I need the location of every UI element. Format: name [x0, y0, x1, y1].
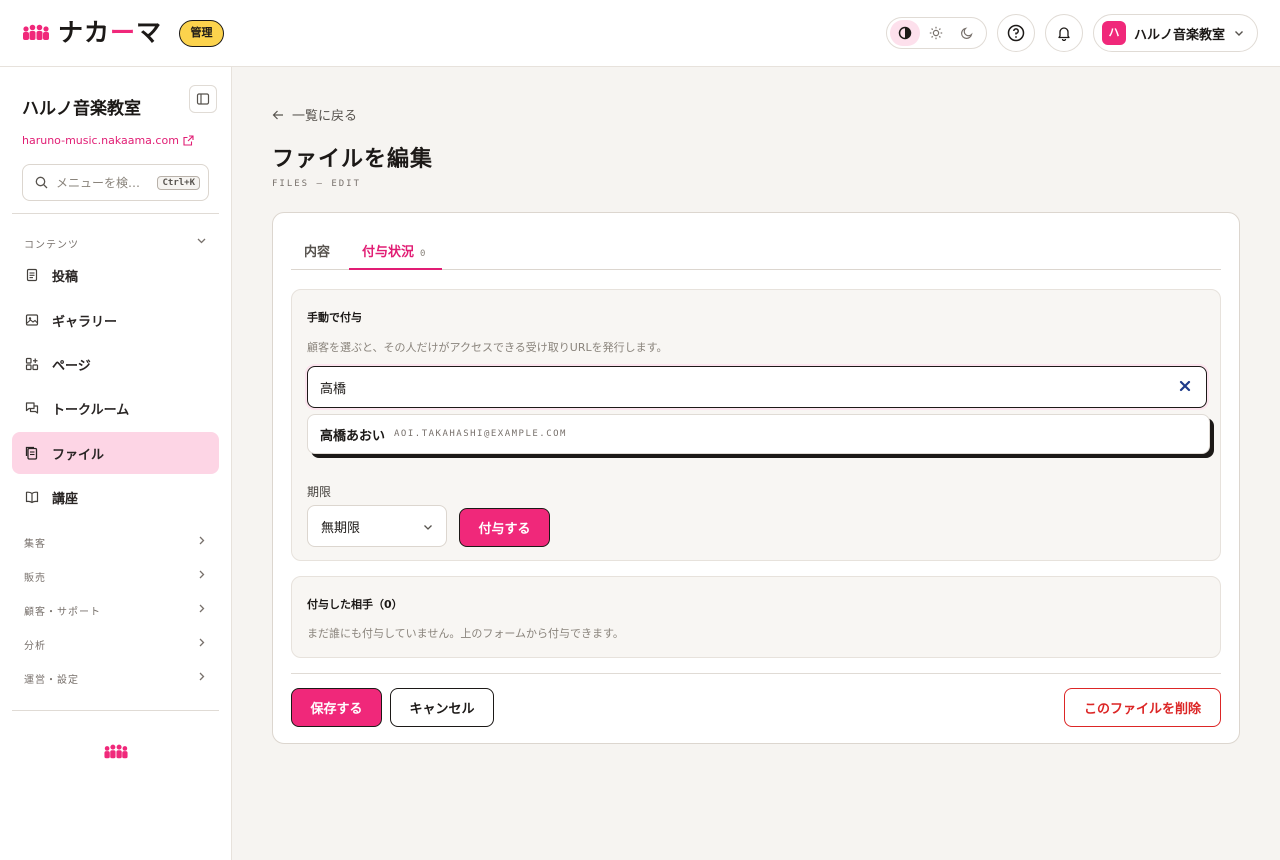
- page-subtitle: FILES — EDIT: [272, 179, 362, 189]
- sidebar-title: ハルノ音楽教室: [22, 99, 141, 119]
- sidebar-item-talkroom[interactable]: トークルーム: [12, 387, 219, 429]
- sidebar-divider: [12, 213, 219, 214]
- top-bar: ナカーマ 管理 ハ ハルノ音楽教室: [0, 0, 1280, 67]
- image-icon: [25, 314, 39, 326]
- moon-icon: [961, 27, 973, 39]
- chevron-down-icon: [1235, 31, 1243, 36]
- sidebar-item-label: トークルーム: [52, 402, 130, 418]
- logo-text: ナカーマ: [58, 18, 163, 47]
- theme-toggle: [886, 17, 987, 49]
- chevron-right-icon[interactable]: [196, 535, 207, 546]
- manual-grant-title: 手動で付与: [307, 311, 362, 324]
- chat-icon: [25, 402, 39, 414]
- sidebar-item-pages[interactable]: ページ: [12, 343, 219, 385]
- group-label-contents[interactable]: コンテンツ: [24, 236, 79, 251]
- granted-title: 付与した相手（0）: [307, 598, 403, 611]
- group-label-analytics[interactable]: 分析: [24, 637, 46, 652]
- search-icon: [35, 176, 48, 189]
- cancel-button[interactable]: キャンセル: [390, 688, 494, 727]
- arrow-left-icon: [272, 110, 283, 119]
- site-url-link[interactable]: haruno-music.nakaama.com: [22, 134, 194, 147]
- contrast-icon: [898, 26, 912, 40]
- help-button[interactable]: [997, 14, 1035, 52]
- group-label-customers[interactable]: 顧客・サポート: [24, 603, 101, 618]
- edit-card: 内容 付与状況 0 手動で付与 顧客を選ぶと、その人だけがアクセスできる受け取りU…: [272, 212, 1240, 744]
- external-link-icon: [183, 135, 194, 146]
- group-label-marketing[interactable]: 集客: [24, 535, 46, 550]
- save-button[interactable]: 保存する: [291, 688, 382, 727]
- sidebar-item-courses[interactable]: 講座: [12, 476, 219, 518]
- sidebar-item-label: ファイル: [52, 447, 105, 463]
- sun-icon: [929, 26, 943, 40]
- chevron-right-icon[interactable]: [196, 671, 207, 682]
- customer-search-input[interactable]: 高橋: [307, 366, 1207, 408]
- tab-bar: 内容 付与状況 0: [291, 232, 1221, 270]
- sidebar-toggle-icon: [196, 93, 210, 105]
- document-icon: [26, 268, 38, 282]
- grant-button[interactable]: 付与する: [459, 508, 550, 547]
- bell-icon: [1058, 27, 1070, 41]
- chevron-right-icon[interactable]: [196, 603, 207, 614]
- account-menu[interactable]: ハ ハルノ音楽教室: [1093, 14, 1258, 52]
- chevron-right-icon[interactable]: [196, 569, 207, 580]
- manual-grant-panel: 手動で付与 顧客を選ぶと、その人だけがアクセスできる受け取りURLを発行します。…: [291, 289, 1221, 561]
- sidebar-item-label: ページ: [52, 358, 91, 374]
- people-logo-icon: [104, 744, 128, 759]
- chevron-right-icon[interactable]: [196, 637, 207, 648]
- menu-search-input[interactable]: メニューを検… Ctrl+K: [22, 164, 209, 201]
- expiry-select-value: 無期限: [321, 520, 361, 536]
- sidebar-item-label: 投稿: [52, 269, 79, 285]
- back-link-label: 一覧に戻る: [292, 109, 358, 124]
- customer-suggestion[interactable]: 高橋あおい AOI.TAKAHASHI@EXAMPLE.COM: [307, 414, 1210, 454]
- suggestion-name: 高橋あおい: [320, 428, 386, 444]
- theme-light-button[interactable]: [921, 20, 951, 46]
- group-label-settings[interactable]: 運営・設定: [24, 671, 79, 686]
- people-logo-icon: [23, 24, 49, 40]
- delete-file-button[interactable]: このファイルを削除: [1064, 688, 1221, 727]
- file-icon: [25, 446, 38, 460]
- account-avatar: ハ: [1102, 21, 1126, 45]
- customer-search-value: 高橋: [320, 381, 347, 397]
- help-icon: [1007, 24, 1025, 42]
- theme-dark-button[interactable]: [952, 20, 982, 46]
- sidebar-item-files[interactable]: ファイル: [12, 432, 219, 474]
- sidebar-item-label: 講座: [52, 491, 79, 507]
- theme-system-button[interactable]: [890, 20, 920, 46]
- group-label-sales[interactable]: 販売: [24, 569, 46, 584]
- manual-grant-description: 顧客を選ぶと、その人だけがアクセスできる受け取りURLを発行します。: [307, 341, 668, 354]
- app-logo[interactable]: ナカーマ: [22, 19, 162, 47]
- tab-content[interactable]: 内容: [304, 232, 348, 270]
- chevron-down-icon: [424, 525, 432, 530]
- site-url-text: haruno-music.nakaama.com: [22, 134, 179, 147]
- chevron-down-icon[interactable]: [196, 235, 207, 246]
- collapse-sidebar-button[interactable]: [189, 85, 217, 113]
- notifications-button[interactable]: [1045, 14, 1083, 52]
- sidebar: ハルノ音楽教室 haruno-music.nakaama.com メニューを検……: [0, 67, 232, 860]
- card-divider: [291, 673, 1221, 674]
- tab-count-badge: 0: [420, 249, 426, 259]
- page-title: ファイルを編集: [272, 147, 434, 172]
- sidebar-divider: [12, 710, 219, 711]
- sidebar-item-gallery[interactable]: ギャラリー: [12, 299, 219, 341]
- shortcut-badge: Ctrl+K: [157, 175, 200, 190]
- granted-empty-text: まだ誰にも付与していません。上のフォームから付与できます。: [307, 627, 624, 640]
- suggestion-email: AOI.TAKAHASHI@EXAMPLE.COM: [394, 429, 567, 439]
- admin-badge: 管理: [179, 20, 224, 47]
- menu-search-placeholder: メニューを検…: [56, 176, 141, 190]
- expiry-label: 期限: [307, 485, 332, 499]
- back-to-list-link[interactable]: 一覧に戻る: [272, 105, 357, 124]
- expiry-select[interactable]: 無期限: [307, 505, 447, 547]
- close-icon[interactable]: [1178, 379, 1192, 393]
- pages-icon: [25, 357, 39, 371]
- tab-grant-status[interactable]: 付与状況 0: [349, 232, 442, 270]
- book-icon: [25, 491, 39, 504]
- sidebar-item-posts[interactable]: 投稿: [12, 254, 219, 296]
- granted-panel: 付与した相手（0） まだ誰にも付与していません。上のフォームから付与できます。: [291, 576, 1221, 658]
- sidebar-item-label: ギャラリー: [52, 314, 118, 330]
- account-name: ハルノ音楽教室: [1134, 27, 1226, 43]
